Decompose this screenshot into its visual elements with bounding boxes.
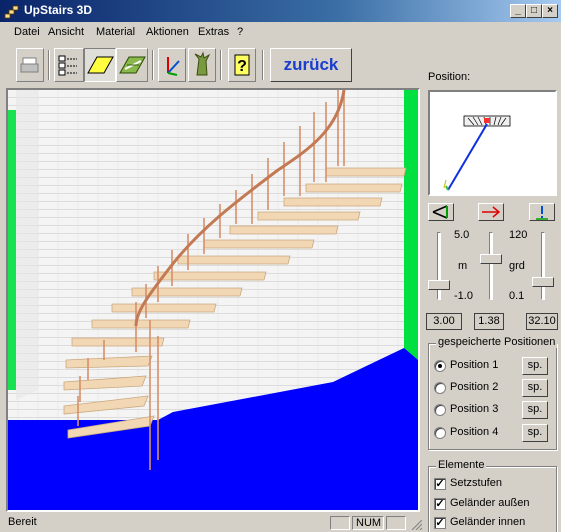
position-2-label[interactable]: Position 2 bbox=[450, 381, 498, 393]
position-3-label[interactable]: Position 3 bbox=[450, 403, 498, 415]
save-position-1-button[interactable]: sp. bbox=[522, 357, 548, 375]
checklist-icon bbox=[58, 55, 77, 76]
angle-icon bbox=[432, 205, 448, 219]
menu-bar: Datei Ansicht Material Aktionen Extras ? bbox=[0, 24, 561, 42]
angle-value: 32.10 bbox=[526, 313, 558, 330]
angle-unit-label: grd bbox=[509, 260, 525, 272]
position-4-label[interactable]: Position 4 bbox=[450, 426, 498, 438]
plane-icon bbox=[87, 56, 114, 74]
toolbar-separator bbox=[48, 50, 50, 80]
stair-rendering bbox=[8, 90, 418, 510]
height-slider-thumb[interactable] bbox=[428, 280, 450, 291]
help-button[interactable]: ? bbox=[228, 48, 256, 82]
status-pane-empty bbox=[386, 516, 406, 530]
arrow-right-icon bbox=[482, 206, 501, 218]
title-bar[interactable]: UpStairs 3D _ □ × bbox=[0, 0, 561, 22]
num-lock-indicator: NUM bbox=[352, 516, 384, 530]
menu-help[interactable]: ? bbox=[237, 26, 243, 38]
menu-material[interactable]: Material bbox=[96, 26, 135, 38]
height-value: 3.00 bbox=[426, 313, 462, 330]
toolbar-separator bbox=[152, 50, 154, 80]
exclamation-icon bbox=[536, 206, 548, 220]
menu-extras[interactable]: Extras bbox=[198, 26, 229, 38]
question-icon: ? bbox=[234, 54, 250, 76]
position-4-radio[interactable] bbox=[434, 427, 446, 439]
railing-inner-checkbox[interactable]: ✓ bbox=[434, 517, 446, 529]
plan-view-button[interactable] bbox=[84, 48, 116, 82]
railing-inner-label[interactable]: Geländer innen bbox=[450, 516, 525, 528]
resize-grip-icon[interactable] bbox=[410, 518, 422, 530]
position-label: Position: bbox=[428, 71, 471, 83]
angle-min-label: 0.1 bbox=[509, 290, 525, 302]
close-button[interactable]: × bbox=[542, 4, 558, 18]
tree-trunk-icon bbox=[194, 51, 211, 76]
axes-arrows-icon bbox=[167, 57, 180, 76]
position-2-radio[interactable] bbox=[434, 382, 446, 394]
position-3-radio[interactable] bbox=[434, 404, 446, 416]
maximize-button[interactable]: □ bbox=[526, 4, 542, 18]
height-max-label: 5.0 bbox=[454, 229, 470, 241]
menu-datei[interactable]: Datei bbox=[14, 26, 40, 38]
position-1-label[interactable]: Position 1 bbox=[450, 359, 498, 371]
status-text: Bereit bbox=[8, 516, 37, 528]
stair-3d-view[interactable] bbox=[6, 88, 420, 512]
setzstufen-label[interactable]: Setzstufen bbox=[450, 477, 502, 489]
window-title: UpStairs 3D bbox=[24, 3, 93, 17]
tree-button[interactable] bbox=[188, 48, 216, 82]
angle-slider-track[interactable] bbox=[541, 232, 545, 300]
toolbar: ? bbox=[0, 46, 420, 86]
view-angle-button[interactable] bbox=[428, 203, 454, 221]
height-unit-label: m bbox=[458, 260, 468, 272]
minimize-button[interactable]: _ bbox=[510, 4, 526, 18]
position-preview[interactable] bbox=[428, 90, 557, 196]
arrows-button[interactable] bbox=[158, 48, 186, 82]
height-min-label: -1.0 bbox=[454, 290, 473, 302]
saved-positions-title: gespeicherte Positionen bbox=[436, 336, 558, 348]
distance-slider-track[interactable] bbox=[489, 232, 493, 300]
railing-outer-checkbox[interactable]: ✓ bbox=[434, 498, 446, 510]
status-pane-empty bbox=[330, 516, 350, 530]
stairs-texture-icon bbox=[119, 56, 146, 74]
toolbar-separator bbox=[262, 50, 264, 80]
checklist-button[interactable] bbox=[54, 48, 84, 82]
angle-max-label: 120 bbox=[509, 229, 528, 241]
status-bar: Bereit NUM bbox=[0, 514, 424, 532]
top-view-map bbox=[443, 115, 511, 191]
save-position-4-button[interactable]: sp. bbox=[522, 424, 548, 442]
back-button[interactable]: zurück bbox=[270, 48, 352, 82]
print-button[interactable] bbox=[16, 48, 44, 82]
distance-slider-thumb[interactable] bbox=[480, 254, 502, 265]
save-position-3-button[interactable]: sp. bbox=[522, 401, 548, 419]
stair-view-button[interactable] bbox=[116, 48, 148, 82]
svg-text:?: ? bbox=[237, 58, 247, 75]
printer-icon bbox=[20, 57, 39, 73]
save-position-2-button[interactable]: sp. bbox=[522, 379, 548, 397]
toolbar-separator bbox=[220, 50, 222, 80]
railing-outer-label[interactable]: Geländer außen bbox=[450, 497, 530, 509]
app-icon bbox=[4, 5, 19, 19]
position-1-radio[interactable] bbox=[434, 360, 446, 372]
menu-aktionen[interactable]: Aktionen bbox=[146, 26, 189, 38]
menu-ansicht[interactable]: Ansicht bbox=[48, 26, 84, 38]
elements-title: Elemente bbox=[436, 459, 487, 471]
setzstufen-checkbox[interactable]: ✓ bbox=[434, 478, 446, 490]
direction-button[interactable] bbox=[478, 203, 504, 221]
distance-value: 1.38 bbox=[474, 313, 504, 330]
height-button[interactable] bbox=[529, 203, 555, 221]
app-window: UpStairs 3D _ □ × Datei Ansicht Material… bbox=[0, 0, 561, 532]
angle-slider-thumb[interactable] bbox=[532, 276, 554, 287]
